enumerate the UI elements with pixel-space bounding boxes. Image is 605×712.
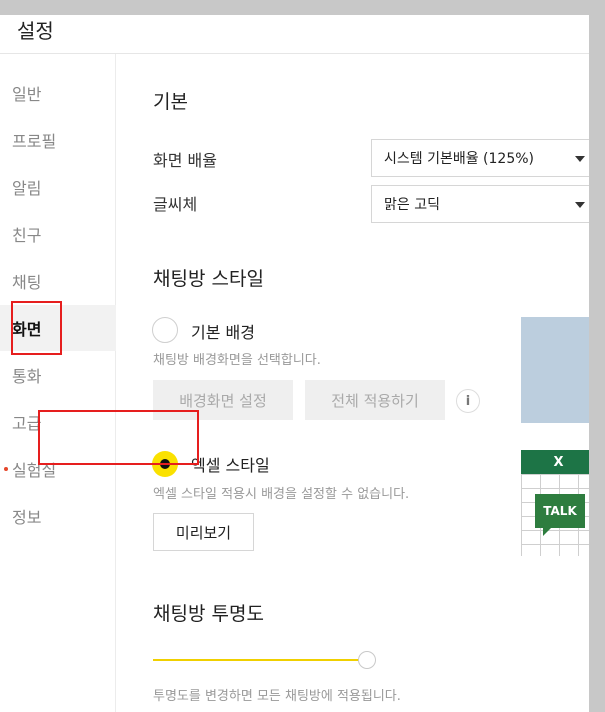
highlight-box-sidebar: [11, 301, 62, 355]
sidebar-item-chats[interactable]: 채팅: [0, 258, 116, 304]
window-title: 설정: [17, 19, 54, 43]
sidebar-item-calls[interactable]: 통화: [0, 352, 116, 398]
font-select-value: 맑은 고딕: [384, 197, 440, 213]
talk-bubble-tail: [543, 528, 551, 536]
sidebar: 일반 프로필 알림 친구 채팅 화면 통화 고급 실험실 정보: [0, 54, 116, 712]
transparency-slider-thumb[interactable]: [358, 651, 376, 669]
sidebar-item-notifications[interactable]: 알림: [0, 164, 116, 210]
highlight-box-excel-option: [38, 410, 199, 465]
zoom-select[interactable]: 시스템 기본배율 (125%): [371, 139, 589, 177]
talk-bubble-icon: TALK: [535, 494, 585, 528]
sidebar-item-profile[interactable]: 프로필: [0, 117, 116, 163]
radio-excel-style-label[interactable]: 엑셀 스타일: [191, 452, 270, 476]
sidebar-item-friends[interactable]: 친구: [0, 211, 116, 257]
sidebar-item-general[interactable]: 일반: [0, 70, 116, 116]
radio-default-background[interactable]: [152, 317, 178, 343]
section-heading-basic: 기본: [153, 91, 188, 113]
zoom-label: 화면 배율: [153, 151, 217, 170]
transparency-desc: 투명도를 변경하면 모든 채팅방에 적용됩니다.: [153, 689, 401, 704]
apply-all-button[interactable]: 전체 적용하기: [305, 380, 445, 420]
excel-style-preview: X TALK: [521, 450, 589, 556]
chevron-down-icon: [575, 202, 585, 208]
info-icon[interactable]: i: [456, 389, 480, 413]
chevron-down-icon: [575, 156, 585, 162]
section-heading-chat-style: 채팅방 스타일: [153, 268, 264, 290]
radio-default-background-label[interactable]: 기본 배경: [191, 319, 255, 343]
section-heading-transparency: 채팅방 투명도: [153, 603, 264, 625]
title-bar: 설정: [0, 15, 589, 54]
display-settings-panel: 기본 화면 배율 시스템 기본배율 (125%) 글씨체 맑은 고딕 채팅방 스…: [117, 54, 589, 712]
transparency-slider-track[interactable]: [153, 659, 367, 661]
excel-style-desc: 엑셀 스타일 적용시 배경을 설정할 수 없습니다.: [153, 487, 410, 502]
excel-header-bar: X: [521, 450, 589, 474]
font-select[interactable]: 맑은 고딕: [371, 185, 589, 223]
default-background-desc: 채팅방 배경화면을 선택합니다.: [153, 353, 321, 368]
preview-button[interactable]: 미리보기: [153, 513, 254, 551]
font-label: 글씨체: [153, 195, 198, 214]
settings-window: 설정 일반 프로필 알림 친구 채팅 화면 통화 고급 실험실 정보 기본 화면…: [0, 15, 589, 712]
zoom-select-value: 시스템 기본배율 (125%): [384, 151, 535, 167]
sidebar-item-info[interactable]: 정보: [0, 493, 116, 539]
default-background-preview: [521, 317, 589, 423]
new-dot-indicator: [4, 467, 8, 471]
